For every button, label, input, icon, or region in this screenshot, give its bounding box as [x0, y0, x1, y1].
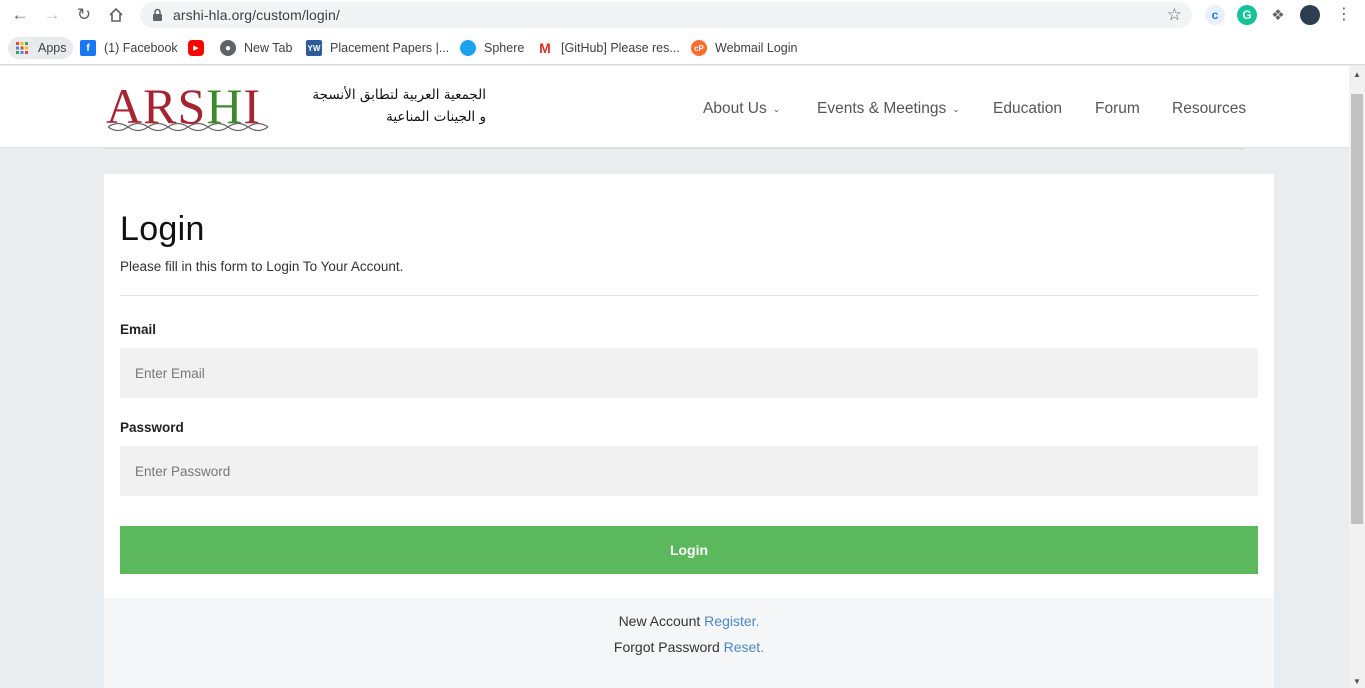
site-header: ARSHI الجمعية العربية لتطابق الأنسجة و ا… [0, 66, 1349, 148]
password-field[interactable] [120, 446, 1258, 496]
email-field[interactable] [120, 348, 1258, 398]
bookmark-placement-papers[interactable]: YW Placement Papers |... [306, 37, 449, 59]
browser-menu-icon[interactable]: ⋮ [1336, 5, 1352, 25]
reset-link[interactable]: Reset. [724, 639, 764, 655]
bookmark-apps[interactable]: Apps [8, 37, 73, 59]
bookmark-github-gmail[interactable]: M [GitHub] Please res... [537, 37, 680, 59]
site-logo[interactable]: ARSHI الجمعية العربية لتطابق الأنسجة و ا… [106, 80, 496, 132]
browser-toolbar: ← → ↻ arshi-hla.org/custom/login/ ☆ c G … [0, 0, 1365, 30]
sphere-icon [460, 40, 476, 56]
register-link[interactable]: Register. [704, 613, 759, 629]
nav-resources[interactable]: Resources [1172, 100, 1246, 118]
bookmark-sphere[interactable]: Sphere [460, 37, 524, 59]
bookmark-label: [GitHub] Please res... [561, 41, 680, 55]
forward-arrow-icon[interactable]: → [40, 3, 64, 27]
bookmark-label: New Tab [244, 41, 293, 55]
bookmark-star-icon[interactable]: ☆ [1167, 5, 1182, 25]
header-divider [104, 148, 1244, 149]
nav-forum[interactable]: Forum [1095, 100, 1140, 118]
scroll-down-arrow-icon[interactable]: ▼ [1353, 677, 1361, 686]
apps-grid-icon [14, 40, 30, 56]
scrollbar-thumb[interactable] [1351, 94, 1363, 524]
extension-c-icon[interactable]: c [1205, 5, 1225, 25]
nav-education[interactable]: Education [993, 100, 1062, 118]
bookmark-label: Sphere [484, 41, 525, 55]
puzzle-extensions-icon[interactable]: ❖ [1268, 5, 1288, 25]
bookmark-label: Apps [38, 41, 67, 55]
bookmarks-bar: Apps f (1) Facebook ▶ ● New Tab YW Place… [0, 30, 1365, 65]
divider [120, 295, 1258, 296]
page-scrollbar[interactable]: ▲ ▼ [1349, 66, 1365, 688]
back-arrow-icon[interactable]: ← [8, 3, 32, 27]
nav-about-us[interactable]: About Us ⌄ [703, 100, 780, 118]
address-bar[interactable]: arshi-hla.org/custom/login/ ☆ [140, 2, 1192, 28]
bookmark-webmail[interactable]: cP Webmail Login [691, 37, 797, 59]
bookmark-new-tab[interactable]: ● New Tab [220, 37, 292, 59]
email-label: Email [120, 322, 157, 337]
page-viewport: ARSHI الجمعية العربية لتطابق الأنسجة و ا… [0, 66, 1349, 688]
grammarly-icon[interactable]: G [1237, 5, 1257, 25]
reset-line: Forgot Password Reset. [613, 639, 765, 655]
bookmark-label: Webmail Login [715, 41, 798, 55]
form-subtitle: Please fill in this form to Login To You… [120, 259, 404, 274]
chevron-down-icon: ⌄ [772, 103, 781, 114]
lock-icon [153, 8, 162, 21]
facebook-icon: f [80, 40, 96, 56]
bookmark-label: (1) Facebook [104, 41, 178, 55]
yw-icon: YW [306, 40, 322, 56]
gmail-icon: M [539, 40, 551, 56]
password-label: Password [120, 420, 184, 435]
reload-icon[interactable]: ↻ [72, 3, 96, 27]
nav-events-meetings[interactable]: Events & Meetings ⌄ [817, 100, 960, 118]
bookmark-label: Placement Papers |... [330, 41, 450, 55]
page-title: Login [120, 210, 205, 248]
account-links: New Account Register. Forgot Password Re… [104, 598, 1274, 688]
globe-icon: ● [220, 40, 236, 56]
logo-arabic-text: الجمعية العربية لتطابق الأنسجة و الجينات… [312, 87, 486, 125]
home-icon[interactable] [104, 3, 128, 27]
login-card: Login Please fill in this form to Login … [104, 174, 1274, 598]
url-text: arshi-hla.org/custom/login/ [173, 7, 340, 23]
register-line: New Account Register. [618, 613, 760, 629]
bookmark-youtube[interactable]: ▶ [188, 37, 212, 59]
bookmark-facebook[interactable]: f (1) Facebook [80, 37, 178, 59]
cpanel-icon: cP [691, 40, 707, 56]
profile-avatar[interactable] [1300, 5, 1320, 25]
scroll-up-arrow-icon[interactable]: ▲ [1353, 70, 1361, 79]
youtube-icon: ▶ [188, 40, 204, 56]
login-button[interactable]: Login [120, 526, 1258, 574]
chevron-down-icon: ⌄ [952, 103, 960, 114]
dna-helix-icon [108, 122, 269, 132]
